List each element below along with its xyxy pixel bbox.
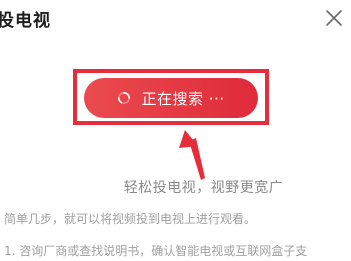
page-title: 投电视 (0, 11, 51, 31)
searching-label: 正在搜索 ··· (141, 89, 225, 108)
close-icon (326, 10, 342, 26)
cast-to-tv-page: 投电视 正在搜索 ··· 轻松投电视，视野更宽广 简单几步，就可以将视频投到电视… (0, 0, 351, 261)
close-button[interactable] (322, 6, 346, 30)
tagline: 轻松投电视，视野更宽广 (123, 180, 284, 196)
intro-text: 简单几步，就可以将视频投到电视上进行观看。 (4, 212, 257, 226)
spinner-icon (118, 92, 131, 104)
step-1-text: 1. 咨询厂商或查找说明书，确认智能电视或互联网盒子支 (4, 244, 308, 258)
searching-button[interactable]: 正在搜索 ··· (84, 78, 258, 118)
